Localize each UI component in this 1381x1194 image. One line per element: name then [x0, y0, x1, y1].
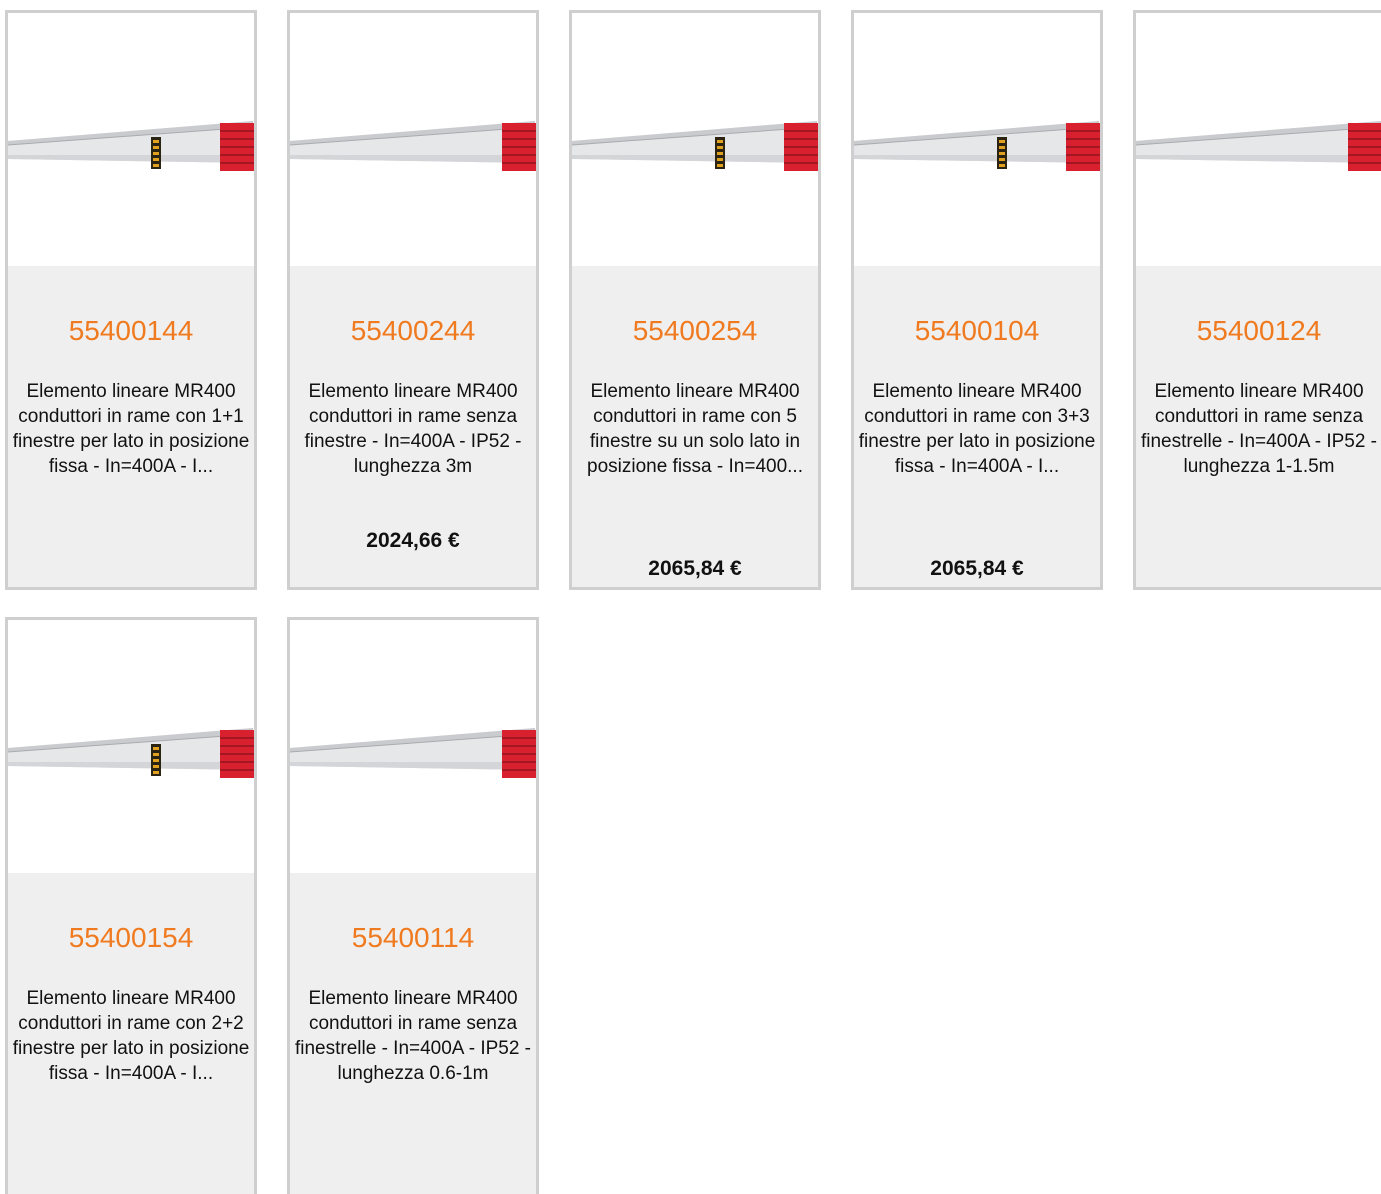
- busbar-image-icon: [8, 121, 254, 171]
- busbar-image-icon: [290, 121, 536, 171]
- product-info: 55400104 Elemento lineare MR400 condutto…: [854, 266, 1100, 587]
- product-code-link[interactable]: 55400104: [854, 313, 1100, 349]
- product-info: 55400144 Elemento lineare MR400 condutto…: [8, 266, 254, 587]
- product-code-link[interactable]: 55400124: [1136, 313, 1381, 349]
- product-description: Elemento lineare MR400 conduttori in ram…: [858, 381, 1096, 477]
- product-info: 55400114 Elemento lineare MR400 condutto…: [290, 873, 536, 1194]
- product-description: Elemento lineare MR400 conduttori in ram…: [1140, 381, 1378, 477]
- product-info: 55400154 Elemento lineare MR400 condutto…: [8, 873, 254, 1194]
- product-card[interactable]: 55400244 Elemento lineare MR400 condutto…: [287, 10, 539, 590]
- product-description: Elemento lineare MR400 conduttori in ram…: [587, 381, 803, 477]
- product-image[interactable]: [1136, 13, 1381, 266]
- product-description: Elemento lineare MR400 conduttori in ram…: [304, 381, 522, 477]
- busbar-image-icon: [572, 121, 818, 171]
- busbar-image-icon: [8, 728, 254, 778]
- product-image[interactable]: [8, 13, 254, 266]
- product-price: 2024,66 €: [366, 529, 460, 552]
- product-code-link[interactable]: 55400254: [572, 313, 818, 349]
- product-price: 2065,84 €: [930, 557, 1024, 580]
- product-description: Elemento lineare MR400 conduttori in ram…: [12, 988, 250, 1084]
- product-info: 55400244 Elemento lineare MR400 condutto…: [290, 266, 536, 587]
- product-info: 55400254 Elemento lineare MR400 condutto…: [572, 266, 818, 587]
- busbar-image-icon: [290, 728, 536, 778]
- product-image[interactable]: [8, 620, 254, 873]
- product-code-link[interactable]: 55400154: [8, 920, 254, 956]
- product-image[interactable]: [854, 13, 1100, 266]
- product-code-link[interactable]: 55400244: [290, 313, 536, 349]
- product-grid: 55400144 Elemento lineare MR400 condutto…: [0, 0, 1381, 1194]
- product-info: 55400124 Elemento lineare MR400 condutto…: [1136, 266, 1381, 587]
- product-image[interactable]: [290, 13, 536, 266]
- product-description: Elemento lineare MR400 conduttori in ram…: [294, 988, 532, 1084]
- product-card[interactable]: 55400254 Elemento lineare MR400 condutto…: [569, 10, 821, 590]
- product-card[interactable]: 55400114 Elemento lineare MR400 condutto…: [287, 617, 539, 1194]
- product-card[interactable]: 55400104 Elemento lineare MR400 condutto…: [851, 10, 1103, 590]
- product-description: Elemento lineare MR400 conduttori in ram…: [12, 381, 250, 477]
- product-code-link[interactable]: 55400144: [8, 313, 254, 349]
- busbar-image-icon: [854, 121, 1100, 171]
- product-card[interactable]: 55400154 Elemento lineare MR400 condutto…: [5, 617, 257, 1194]
- product-code-link[interactable]: 55400114: [290, 920, 536, 956]
- product-card[interactable]: 55400144 Elemento lineare MR400 condutto…: [5, 10, 257, 590]
- product-card[interactable]: 55400124 Elemento lineare MR400 condutto…: [1133, 10, 1381, 590]
- product-price: 2065,84 €: [648, 557, 742, 580]
- product-image[interactable]: [290, 620, 536, 873]
- busbar-image-icon: [1136, 121, 1381, 171]
- product-image[interactable]: [572, 13, 818, 266]
